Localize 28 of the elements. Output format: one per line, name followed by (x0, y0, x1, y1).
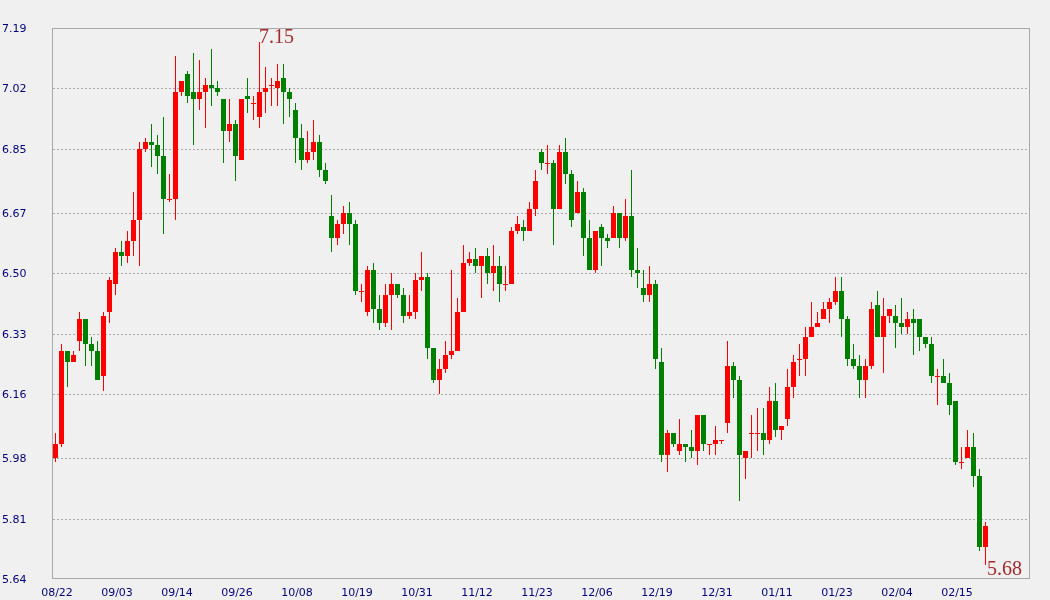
low-price-label: 5.68 (987, 557, 1022, 579)
x-axis-label: 02/15 (941, 586, 973, 599)
y-axis-label: 7.02 (2, 82, 27, 96)
y-axis-label: 6.50 (2, 267, 27, 281)
x-axis-label: 12/31 (701, 586, 733, 599)
x-axis-label: 12/19 (641, 586, 673, 599)
y-axis-label: 6.16 (2, 388, 27, 402)
high-price-label: 7.15 (259, 25, 294, 47)
x-axis-label: 10/08 (281, 586, 313, 599)
y-axis-label: 5.64 (2, 573, 27, 586)
x-axis-label: 10/31 (401, 586, 433, 599)
x-axis-label: 08/22 (41, 586, 73, 599)
y-axis-label: 7.19 (2, 22, 27, 35)
x-axis-label: 11/12 (461, 586, 493, 599)
x-axis-label: 02/04 (881, 586, 913, 599)
y-axis-label: 6.67 (2, 206, 27, 220)
x-axis-label: 12/06 (581, 586, 613, 599)
x-axis-label: 09/03 (101, 586, 133, 599)
y-axis-label: 6.85 (2, 142, 27, 156)
y-axis-label: 5.98 (2, 452, 27, 466)
x-axis-label: 01/23 (821, 586, 853, 599)
x-axis-label: 11/23 (521, 586, 553, 599)
x-axis-label: 10/19 (341, 586, 373, 599)
x-axis-label: 09/14 (161, 586, 193, 599)
x-axis-label: 09/26 (221, 586, 253, 599)
y-axis-label: 6.33 (2, 327, 27, 341)
x-axis-label: 01/11 (761, 586, 793, 599)
y-axis-label: 5.81 (2, 512, 27, 526)
